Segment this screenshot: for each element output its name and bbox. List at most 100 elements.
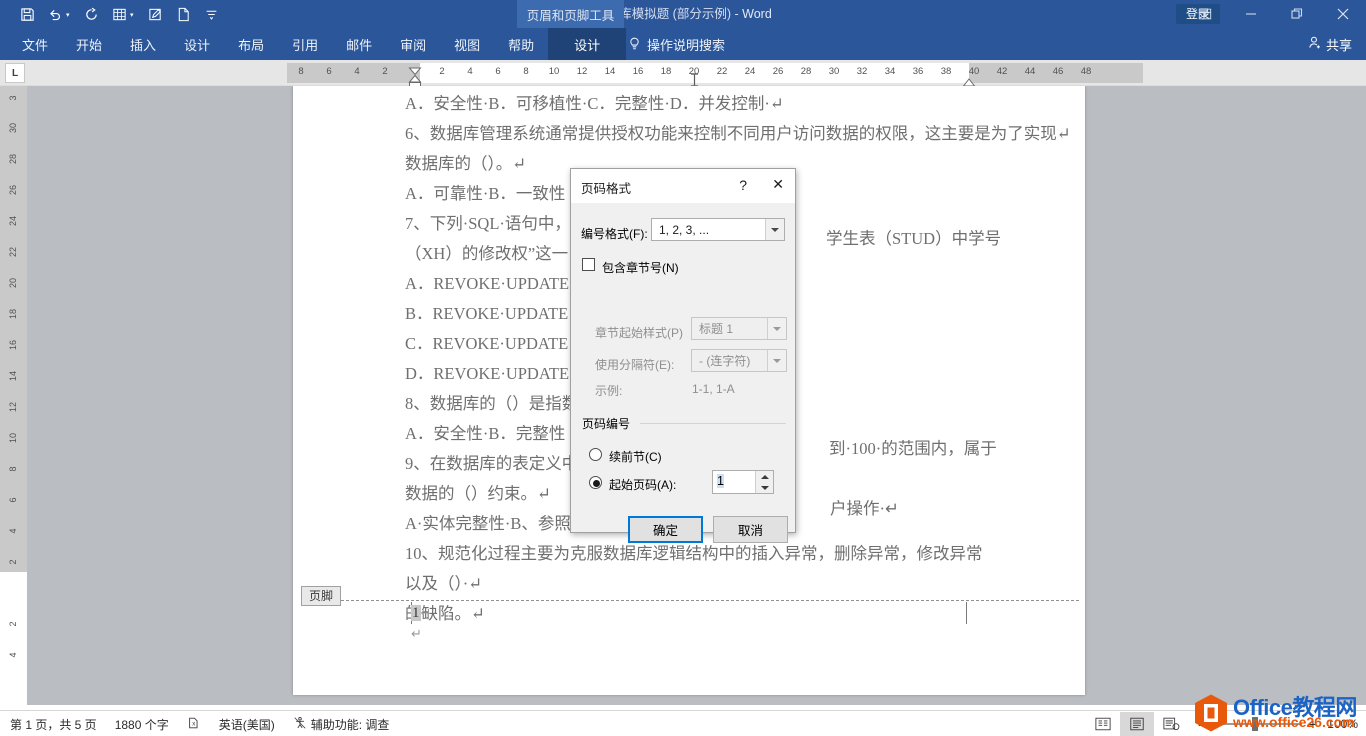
- start-at-label: 起始页码(A):: [609, 476, 676, 493]
- undo-dropdown-icon[interactable]: ▾: [66, 2, 76, 26]
- customize-qat-icon[interactable]: [198, 2, 224, 26]
- chapter-start-style-combobox[interactable]: 标题 1: [691, 317, 787, 340]
- include-chapter-number-label: 包含章节号(N): [602, 259, 679, 276]
- start-at-radio[interactable]: [589, 476, 602, 489]
- include-chapter-number-checkbox[interactable]: [582, 258, 595, 271]
- vruler-tick-4: 24: [8, 216, 18, 226]
- status-bar-left: 第 1 页，共 5 页 1880 个字 x 英语(美国) 辅助功能: 调查: [10, 711, 389, 736]
- dialog-close-icon[interactable]: ✕: [772, 176, 784, 192]
- tell-me-search[interactable]: 操作说明搜索: [628, 28, 725, 60]
- footer-separator: [301, 600, 1079, 601]
- separator-combobox[interactable]: - (连字符): [691, 349, 787, 372]
- tab-view[interactable]: 视图: [440, 28, 494, 60]
- spinner-down-icon[interactable]: [756, 482, 774, 493]
- web-layout-view-button[interactable]: [1154, 712, 1188, 736]
- tab-file[interactable]: 文件: [8, 28, 62, 60]
- language-status[interactable]: 英语(美国): [219, 716, 275, 733]
- vruler-tick-8: 16: [8, 340, 18, 350]
- vruler-tick-7: 18: [8, 309, 18, 319]
- spinner-buttons[interactable]: [755, 471, 773, 493]
- watermark: Office教程网 www.office26.com: [1185, 690, 1360, 734]
- vruler-tick-10: 12: [8, 402, 18, 412]
- svg-text:x: x: [192, 720, 195, 727]
- vruler-tick-17: 2: [8, 621, 18, 626]
- redo-icon[interactable]: [78, 2, 104, 26]
- page-number-format-dialog[interactable]: 页码格式 ? ✕ 编号格式(F): 1, 2, 3, ... 包含章节号(N) …: [570, 168, 796, 533]
- minimize-icon[interactable]: [1228, 0, 1274, 28]
- footer-tag: 页脚: [301, 586, 341, 606]
- ruler-tick-2: 2: [439, 66, 444, 77]
- save-icon[interactable]: [14, 2, 40, 26]
- tab-mailings[interactable]: 邮件: [332, 28, 386, 60]
- app-name: Word: [742, 7, 772, 21]
- ruler-tick-42: 42: [997, 66, 1008, 77]
- number-format-combobox[interactable]: 1, 2, 3, ...: [651, 218, 785, 241]
- undo-icon[interactable]: [42, 2, 68, 26]
- dialog-title-bar: 页码格式 ? ✕: [571, 169, 795, 203]
- tab-stop-selector-button[interactable]: L: [5, 63, 25, 83]
- vruler-tick-14: 4: [8, 528, 18, 533]
- chevron-down-icon[interactable]: [765, 219, 784, 240]
- footer-page-number-field[interactable]: 1↵: [411, 605, 431, 622]
- vruler-tick-0: 3: [8, 95, 18, 100]
- number-format-value: 1, 2, 3, ...: [652, 223, 709, 237]
- footer-right-margin-mark: [966, 602, 967, 624]
- print-layout-view-button[interactable]: [1120, 712, 1154, 736]
- separator-value: - (连字符): [692, 352, 750, 369]
- chevron-down-icon[interactable]: [767, 350, 786, 371]
- ruler-tick-12: 12: [577, 66, 588, 77]
- ruler-tick-16: 16: [633, 66, 644, 77]
- cancel-button[interactable]: 取消: [713, 516, 788, 543]
- vertical-ruler[interactable]: 3 30 28 26 24 22 20 18 16 14 12 10 8 6 4…: [0, 86, 27, 705]
- proofing-errors-icon[interactable]: x: [187, 716, 201, 733]
- read-mode-view-button[interactable]: [1086, 712, 1120, 736]
- vruler-tick-11: 10: [8, 433, 18, 443]
- ruler-tick-18: 18: [661, 66, 672, 77]
- page-count-status[interactable]: 第 1 页，共 5 页: [10, 716, 97, 733]
- continue-from-previous-radio[interactable]: [589, 448, 602, 461]
- ruler-tick-14: 14: [605, 66, 616, 77]
- office-logo-icon: [1191, 693, 1231, 733]
- spinner-up-icon[interactable]: [756, 471, 774, 482]
- word-count-status[interactable]: 1880 个字: [115, 716, 169, 733]
- share-button[interactable]: 共享: [1306, 28, 1352, 60]
- share-person-icon: [1306, 35, 1321, 53]
- example-label: 示例:: [595, 382, 622, 399]
- ruler-tick-30: 30: [829, 66, 840, 77]
- word-application-window: 数据库模拟题 (部分示例) - Word ▾ ▾: [0, 0, 1366, 736]
- ruler-tick-24: 24: [745, 66, 756, 77]
- ruler-tick-44: 44: [1025, 66, 1036, 77]
- help-icon[interactable]: ?: [739, 177, 747, 193]
- close-icon[interactable]: [1320, 0, 1366, 28]
- tab-headerfooter-design[interactable]: 设计: [548, 28, 626, 60]
- horizontal-ruler-bar: L 8 6 4 2 2 4 6 8 10 12 14 16 18 20 22 2…: [0, 60, 1366, 86]
- new-doc-icon[interactable]: [170, 2, 196, 26]
- accessibility-status[interactable]: 辅助功能: 调查: [293, 716, 390, 733]
- tell-me-label: 操作说明搜索: [647, 35, 725, 54]
- edit-icon[interactable]: [142, 2, 168, 26]
- vruler-tick-18: 4: [8, 652, 18, 657]
- footer-page-number-value: 1: [411, 605, 421, 621]
- tab-review[interactable]: 审阅: [386, 28, 440, 60]
- ribbon-display-options-icon[interactable]: [1182, 0, 1228, 28]
- vruler-tick-12: 8: [8, 466, 18, 471]
- tab-insert[interactable]: 插入: [116, 28, 170, 60]
- table-icon[interactable]: [106, 2, 132, 26]
- ruler-tick-48: 48: [1081, 66, 1092, 77]
- tab-layout[interactable]: 布局: [224, 28, 278, 60]
- table-dropdown-icon[interactable]: ▾: [130, 2, 140, 26]
- tab-references[interactable]: 引用: [278, 28, 332, 60]
- chevron-down-icon[interactable]: [767, 318, 786, 339]
- number-format-label: 编号格式(F):: [581, 225, 648, 242]
- start-at-spinner[interactable]: 1: [712, 470, 774, 494]
- horizontal-ruler[interactable]: 8 6 4 2 2 4 6 8 10 12 14 16 18 20 22 24 …: [33, 63, 1353, 83]
- ok-button[interactable]: 确定: [628, 516, 703, 543]
- continue-from-previous-label: 续前节(C): [609, 448, 662, 465]
- tab-help[interactable]: 帮助: [494, 28, 548, 60]
- tab-home[interactable]: 开始: [62, 28, 116, 60]
- tab-design[interactable]: 设计: [170, 28, 224, 60]
- restore-icon[interactable]: [1274, 0, 1320, 28]
- separator-label: 使用分隔符(E):: [595, 356, 674, 373]
- doc-line-0: A．安全性·B．可移植性·C．完整性·D．并发控制·↵: [405, 89, 1095, 119]
- quick-access-toolbar: ▾ ▾: [14, 0, 224, 28]
